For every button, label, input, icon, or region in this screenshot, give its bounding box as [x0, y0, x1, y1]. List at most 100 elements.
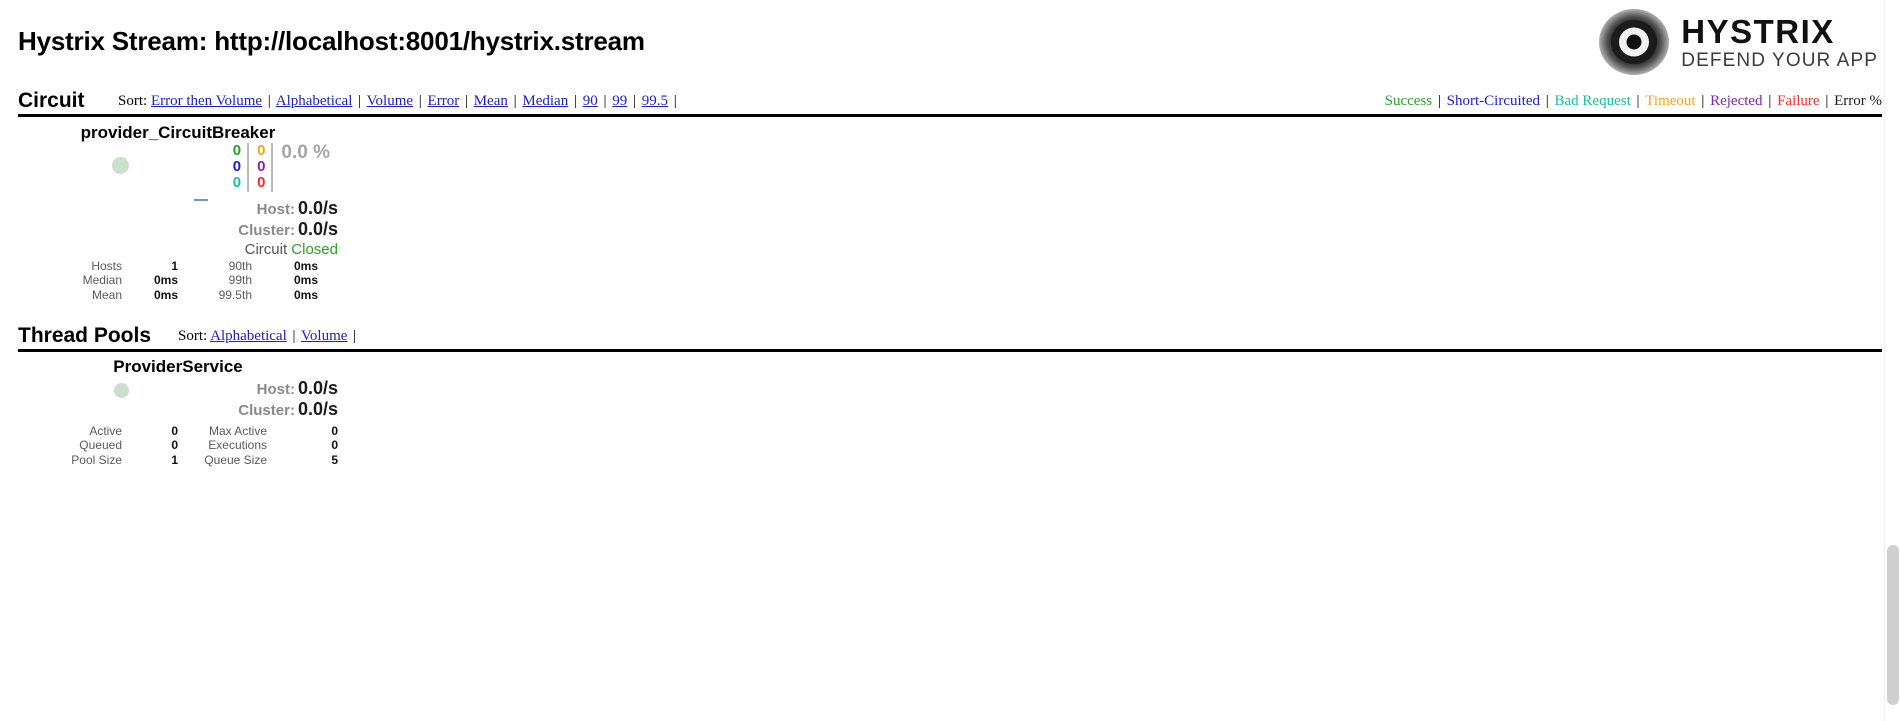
- sort-separator: |: [629, 93, 637, 109]
- threadpool-stat-value-2: 5: [331, 452, 338, 467]
- threadpool-stats: Active 0 Max Active 0 Queued 0 Executions 0 Pool…: [18, 424, 338, 467]
- threadpool-stat-label-2: Max Active: [208, 424, 267, 438]
- circuit-sparkline: [194, 199, 208, 201]
- sort-separator: |: [288, 328, 296, 344]
- circuit-host-label: Host:: [256, 201, 295, 218]
- sort-separator: |: [349, 328, 357, 344]
- counter-column-left: 0 0 0: [232, 142, 250, 192]
- page-scrollbar-thumb[interactable]: [1887, 545, 1899, 705]
- circuit-sort-link-alphabetical[interactable]: Alphabetical: [276, 93, 353, 109]
- circuit-name: provider_CircuitBreaker: [80, 123, 276, 142]
- legend-separator: |: [1821, 93, 1833, 109]
- circuit-card[interactable]: provider_CircuitBreaker 0 0 0 0 0 0 0.0 …: [18, 117, 338, 307]
- legend-separator: |: [1632, 93, 1644, 109]
- legend-item-rejected[interactable]: Rejected: [1710, 93, 1762, 109]
- sort-separator: |: [461, 93, 468, 109]
- hystrix-logo: HYSTRIX DEFEND YOUR APP: [1597, 6, 1878, 78]
- logo-line-2: DEFEND YOUR APP: [1681, 49, 1878, 71]
- threadpool-stat-label-1: Queued: [79, 438, 122, 453]
- threadpool-card[interactable]: ProviderService Host: 0.0/s Cluster: 0.0/s…: [18, 352, 338, 467]
- circuit-stat-label-1: Mean: [91, 287, 122, 302]
- sort-separator: |: [670, 93, 677, 109]
- counter-error-percent: 0.0 %: [281, 142, 330, 163]
- circuit-sort-link-volume[interactable]: Volume: [367, 93, 413, 109]
- sort-separator: |: [570, 93, 577, 109]
- circuit-sort-link-error-then-volume[interactable]: Error then Volume: [151, 93, 262, 109]
- circuit-sort-link-90[interactable]: 90: [583, 93, 598, 109]
- circuit-section-header: Circuit Sort: Error then Volume | Alphab…: [18, 84, 1882, 117]
- circuit-stat-value-1: 1: [171, 259, 178, 273]
- circuit-stat-label-2: 99.5th: [218, 287, 252, 302]
- counter-rejected: 0: [257, 158, 266, 176]
- threadpool-health-circle: [114, 383, 129, 398]
- threadpool-sort-link-alphabetical[interactable]: Alphabetical: [210, 328, 287, 344]
- logo-wordmark: HYSTRIX DEFEND YOUR APP: [1681, 15, 1878, 70]
- legend-separator: |: [1434, 93, 1445, 109]
- threadpool-host-value: 0.0/s: [297, 378, 338, 398]
- counter-bad-request: 0: [232, 174, 242, 192]
- threadpool-stat-value-1: 1: [171, 452, 178, 467]
- circuit-cluster-label: Cluster:: [238, 222, 295, 239]
- threadpool-stat-label-1: Active: [89, 424, 122, 438]
- sort-separator: |: [354, 93, 362, 109]
- threadpool-sort-link-volume[interactable]: Volume: [301, 328, 347, 344]
- circuit-stat-label-1: Median: [82, 273, 122, 288]
- circuit-health-circle: [112, 157, 129, 174]
- threadpool-cluster-value: 0.0/s: [297, 399, 338, 419]
- logo-line-1: HYSTRIX: [1681, 12, 1835, 50]
- threadpool-sort-controls: Sort: Alphabetical | Volume |: [178, 328, 358, 345]
- circuit-host-value: 0.0/s: [297, 198, 338, 218]
- circuit-cluster-value: 0.0/s: [297, 219, 338, 239]
- threadpool-card-list: ProviderService Host: 0.0/s Cluster: 0.0/s…: [18, 352, 1882, 467]
- legend-item-short-circuited[interactable]: Short-Circuited: [1447, 93, 1540, 109]
- circuit-card-list: provider_CircuitBreaker 0 0 0 0 0 0 0.0 …: [18, 117, 1882, 307]
- page-scrollbar-track[interactable]: [1884, 0, 1900, 721]
- circuit-sort-link-error[interactable]: Error: [428, 93, 460, 109]
- circuit-stat-value-1: 0ms: [153, 273, 178, 288]
- threadpool-host-rate: Host: 0.0/s: [257, 378, 338, 399]
- threadpool-stat-label-1: Pool Size: [71, 452, 122, 467]
- threadpool-cluster-label: Cluster:: [238, 402, 295, 419]
- counter-short-circuited: 0: [232, 158, 242, 176]
- legend-separator: |: [1764, 93, 1776, 109]
- sort-separator: |: [415, 93, 422, 109]
- counter-column-right: 0 0 0: [249, 142, 274, 192]
- circuit-stat-label-2: 99th: [228, 273, 252, 288]
- page-header: Hystrix Stream: http://localhost:8001/hy…: [0, 0, 1900, 84]
- circuit-status: Circuit Closed: [245, 241, 338, 258]
- legend-item-failure[interactable]: Failure: [1777, 93, 1820, 109]
- circuit-sort-link-mean[interactable]: Mean: [474, 93, 508, 109]
- counter-success: 0: [232, 142, 242, 159]
- circuit-sort-controls: Sort: Error then Volume | Alphabetical |…: [118, 93, 679, 110]
- sort-separator: |: [599, 93, 607, 109]
- circuit-sort-link-99[interactable]: 99: [612, 93, 627, 109]
- counter-failure: 0: [257, 174, 266, 192]
- threadpool-name: ProviderService: [113, 357, 243, 376]
- threadpool-cluster-rate: Cluster: 0.0/s: [238, 399, 338, 420]
- sort-separator: |: [509, 93, 517, 109]
- legend-separator: |: [1541, 93, 1553, 109]
- circuit-stat-value-2: 0ms: [293, 273, 318, 288]
- legend-item-error-[interactable]: Error %: [1834, 93, 1882, 109]
- circuit-legend: Success | Short-Circuited | Bad Request …: [1385, 93, 1882, 110]
- circuit-sort-link-median[interactable]: Median: [522, 93, 568, 109]
- threadpool-section-title: Thread Pools: [18, 324, 152, 347]
- threadpool-stat-value-1: 0: [171, 424, 178, 438]
- threadpool-stat-label-2: Queue Size: [204, 452, 267, 467]
- legend-item-bad-request[interactable]: Bad Request: [1555, 93, 1631, 109]
- circuit-stat-value-1: 0ms: [153, 287, 178, 302]
- circuit-stat-label-1: Hosts: [91, 259, 122, 273]
- threadpool-sort-label: Sort:: [178, 328, 208, 344]
- circuit-status-label: Circuit: [244, 241, 288, 258]
- circuit-sort-link-99-5[interactable]: 99.5: [642, 93, 668, 109]
- circuit-stat-label-2: 90th: [228, 259, 252, 273]
- legend-item-timeout[interactable]: Timeout: [1645, 93, 1695, 109]
- threadpool-stat-value-2: 0: [331, 424, 338, 438]
- threadpool-section-header: Thread Pools Sort: Alphabetical | Volume…: [18, 319, 1882, 352]
- circuit-status-value: Closed: [291, 241, 338, 258]
- hystrix-porcupine-icon: [1597, 7, 1671, 77]
- circuit-sort-label: Sort:: [118, 93, 148, 109]
- circuit-stat-value-2: 0ms: [293, 287, 318, 302]
- threadpool-stat-value-2: 0: [331, 438, 338, 453]
- legend-item-success[interactable]: Success: [1385, 93, 1433, 109]
